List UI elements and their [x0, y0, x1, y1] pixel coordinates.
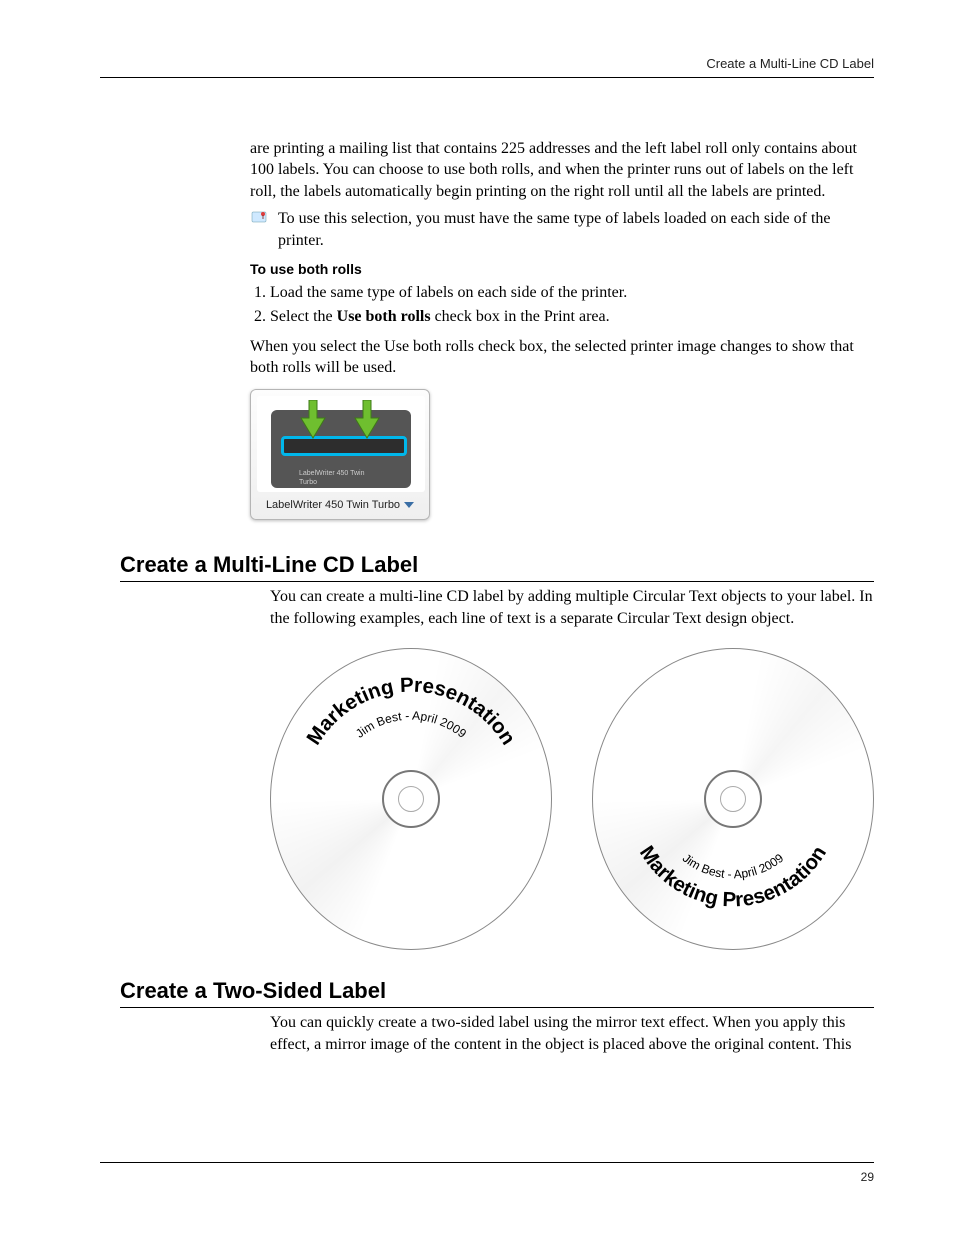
steps-heading: To use both rolls — [250, 260, 874, 279]
section-cd-paragraph: You can create a multi-line CD label by … — [270, 586, 874, 629]
printer-selector[interactable]: LabelWriter 450 Twin Turbo LabelWriter 4… — [250, 389, 430, 520]
arrow-down-right-icon — [353, 400, 381, 440]
note-text: To use this selection, you must have the… — [278, 210, 831, 249]
footer-rule — [100, 1162, 874, 1163]
printer-device-caption: LabelWriter 450 Twin Turbo — [299, 469, 383, 488]
chevron-down-icon[interactable] — [404, 502, 414, 508]
svg-text:Jim Best - April 2009: Jim Best - April 2009 — [353, 708, 469, 740]
step-2: Select the Use both rolls check box in t… — [270, 306, 874, 328]
printer-dropdown-label: LabelWriter 450 Twin Turbo — [266, 498, 400, 513]
note-row: To use this selection, you must have the… — [250, 208, 874, 251]
cd-example-bottom-text: Jim Best - April 2009 Marketing Presenta… — [592, 648, 874, 950]
svg-text:Jim Best - April 2009: Jim Best - April 2009 — [680, 850, 786, 881]
printer-graphic: LabelWriter 450 Twin Turbo — [257, 396, 425, 492]
note-pushpin-icon — [250, 208, 268, 235]
running-header-text: Create a Multi-Line CD Label — [706, 56, 874, 71]
arrow-down-left-icon — [299, 400, 327, 440]
cd2-small-text: Jim Best - April 2009 — [680, 850, 786, 881]
cd-examples: Marketing Presentation Jim Best - April … — [270, 648, 874, 950]
intro-continuation-paragraph: are printing a mailing list that contain… — [250, 138, 874, 203]
section-cd: Create a Multi-Line CD Label You can cre… — [120, 550, 874, 950]
page-number: 29 — [861, 1169, 874, 1185]
after-steps-paragraph: When you select the Use both rolls check… — [250, 336, 874, 379]
running-header: Create a Multi-Line CD Label — [100, 55, 874, 78]
cd1-small-text: Jim Best - April 2009 — [353, 708, 469, 740]
intro-block: are printing a mailing list that contain… — [250, 138, 874, 520]
step-2-tail: check box in the Print area. — [431, 308, 610, 325]
steps-list: Load the same type of labels on each sid… — [270, 282, 874, 327]
section-two-sided-heading: Create a Two-Sided Label — [120, 976, 874, 1009]
section-two-sided-paragraph: You can quickly create a two-sided label… — [270, 1012, 874, 1055]
step-1: Load the same type of labels on each sid… — [270, 282, 874, 304]
cd-example-top-text: Marketing Presentation Jim Best - April … — [270, 648, 552, 950]
section-cd-heading: Create a Multi-Line CD Label — [120, 550, 874, 583]
step-2-bold: Use both rolls — [337, 308, 431, 325]
section-two-sided: Create a Two-Sided Label You can quickly… — [120, 976, 874, 1056]
